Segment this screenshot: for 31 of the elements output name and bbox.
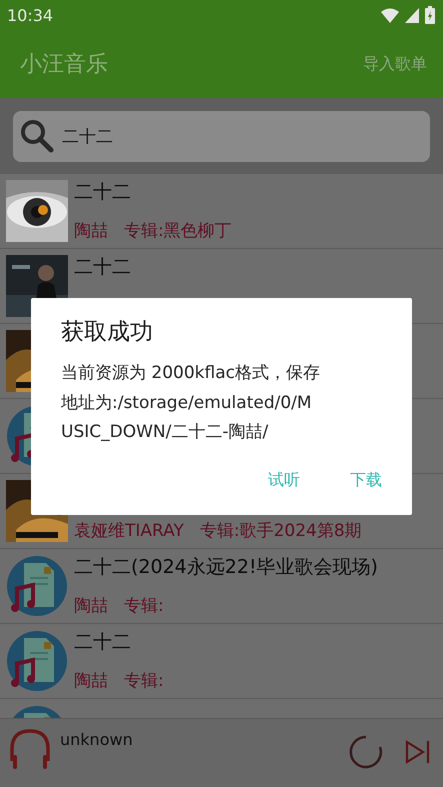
artist-name: 陶喆 bbox=[74, 670, 108, 692]
skip-next-icon[interactable] bbox=[405, 740, 431, 764]
download-button[interactable]: 下载 bbox=[336, 462, 396, 498]
album-name: 专辑: bbox=[124, 670, 164, 692]
artist-name: 袁娅维TIARAY bbox=[74, 520, 184, 542]
search-field[interactable]: 二十二 bbox=[62, 126, 362, 146]
song-title: 二十二 bbox=[74, 630, 132, 654]
search-icon bbox=[20, 119, 54, 153]
music-file-icon bbox=[6, 555, 68, 617]
headphones-icon bbox=[8, 727, 52, 771]
dialog-message: 当前资源为 2000kflac格式，保存地址为:/storage/emulated/0/MUSIC_DOWN/二十二-陶喆/ bbox=[61, 362, 321, 444]
import-playlist-button[interactable]: 导入歌单 bbox=[363, 54, 427, 74]
track-title: unknown bbox=[60, 730, 134, 749]
artist-name: 陶喆 bbox=[74, 220, 108, 242]
dialog-title: 获取成功 bbox=[61, 318, 154, 347]
album-name: 专辑:歌手2024第8期 bbox=[200, 520, 362, 542]
app-title: 小汪音乐 bbox=[20, 51, 108, 79]
album-name: 专辑:黑色柳丁 bbox=[124, 220, 232, 242]
song-title: 二十二 bbox=[74, 180, 132, 204]
listen-button[interactable]: 试听 bbox=[254, 462, 314, 498]
loading-spinner-icon bbox=[349, 735, 383, 769]
album-name: 专辑: bbox=[124, 595, 164, 617]
search-bar[interactable]: 二十二 bbox=[13, 110, 430, 162]
song-title: 二十二 bbox=[74, 255, 131, 279]
music-file-icon bbox=[6, 630, 68, 692]
wifi-icon bbox=[381, 8, 399, 22]
signal-icon bbox=[405, 8, 419, 22]
status-time: 10:34 bbox=[7, 6, 54, 24]
song-title: 二十二(2024永远22!毕业歌会现场) bbox=[74, 555, 378, 579]
artist-name: 陶喆 bbox=[74, 595, 108, 617]
battery-icon bbox=[425, 6, 435, 24]
